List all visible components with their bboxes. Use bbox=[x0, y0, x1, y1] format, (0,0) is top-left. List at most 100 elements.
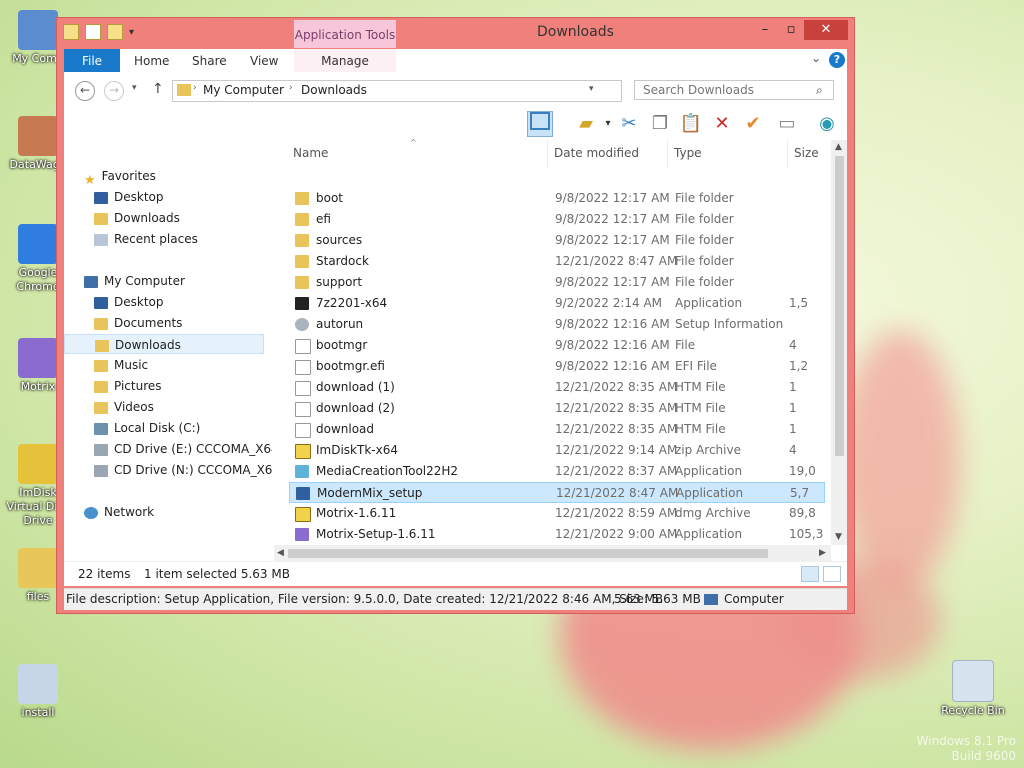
delete-icon[interactable]: ✕ bbox=[709, 111, 735, 137]
column-separator[interactable] bbox=[667, 140, 668, 168]
file-row[interactable]: download (1) 12/21/2022 8:35 AM HTM File 1 bbox=[289, 377, 825, 398]
file-date: 12/21/2022 8:37 AM bbox=[555, 464, 678, 478]
nav-fav-downloads[interactable]: Downloads bbox=[94, 208, 180, 228]
window-controls: – ▫ ✕ bbox=[752, 20, 848, 40]
file-name: 7z2201-x64 bbox=[316, 296, 388, 310]
cut-icon[interactable]: ✂ bbox=[616, 111, 642, 137]
address-dropdown-icon[interactable]: ▾ bbox=[589, 84, 594, 94]
help-button[interactable]: ? bbox=[829, 52, 845, 68]
vertical-scrollbar[interactable]: ▲ ▼ bbox=[831, 140, 847, 545]
expand-ribbon-icon[interactable]: ⌄ bbox=[811, 51, 821, 65]
recycle-bin[interactable]: Recycle Bin bbox=[938, 660, 1008, 718]
nav-pc-item[interactable]: Music bbox=[94, 355, 272, 375]
nav-pc-item[interactable]: Desktop bbox=[94, 292, 272, 312]
column-type[interactable]: Type bbox=[674, 146, 702, 160]
nav-pc-item[interactable]: Videos bbox=[94, 397, 272, 417]
search-icon[interactable]: ⌕ bbox=[816, 83, 823, 98]
file-row[interactable]: bootmgr 9/8/2022 12:16 AM File 4 bbox=[289, 335, 825, 356]
horizontal-scrollbar[interactable]: ◀ ▶ bbox=[274, 545, 831, 561]
nav-pc-item[interactable]: CD Drive (E:) CCCOMA_X64FR bbox=[94, 439, 272, 459]
tab-home[interactable]: Home bbox=[134, 49, 169, 72]
nav-label: My Computer bbox=[104, 274, 185, 288]
file-row[interactable]: support 9/8/2022 12:17 AM File folder bbox=[289, 272, 825, 293]
file-row[interactable]: 7z2201-x64 9/2/2022 2:14 AM Application 1,5 bbox=[289, 293, 825, 314]
close-button[interactable]: ✕ bbox=[804, 20, 848, 40]
column-separator[interactable] bbox=[787, 140, 788, 168]
back-button[interactable]: ← bbox=[75, 81, 95, 101]
copy-icon[interactable]: ❐ bbox=[647, 111, 673, 137]
file-row[interactable]: ModernMix_setup 12/21/2022 8:47 AM Applica… bbox=[289, 482, 825, 503]
scroll-up-icon[interactable]: ▲ bbox=[835, 142, 842, 152]
file-size: 1 bbox=[789, 380, 797, 394]
nav-fav-desktop[interactable]: Desktop bbox=[94, 187, 164, 207]
large-icons-view-icon[interactable] bbox=[823, 566, 841, 582]
column-separator[interactable] bbox=[547, 140, 548, 168]
column-name[interactable]: Name bbox=[293, 146, 328, 160]
file-row[interactable]: Motrix-Setup-1.6.11 12/21/2022 9:00 AM App… bbox=[289, 524, 825, 545]
nav-pc-item[interactable]: Pictures bbox=[94, 376, 272, 396]
up-button[interactable]: ↑ bbox=[152, 81, 164, 97]
new-folder-icon[interactable] bbox=[107, 24, 123, 40]
file-row[interactable]: Motrix-1.6.11 12/21/2022 8:59 AM dmg Archi… bbox=[289, 503, 825, 524]
nav-network[interactable]: Network bbox=[84, 502, 154, 522]
folder-icon[interactable] bbox=[63, 24, 79, 40]
breadcrumb[interactable]: › My Computer › Downloads ▾ ↻ bbox=[172, 80, 720, 102]
properties-icon[interactable] bbox=[85, 24, 101, 40]
scroll-right-icon[interactable]: ▶ bbox=[819, 548, 826, 558]
horizontal-scroll-thumb[interactable] bbox=[288, 549, 768, 558]
scroll-left-icon[interactable]: ◀ bbox=[277, 548, 284, 558]
nav-pc-item[interactable]: Downloads bbox=[64, 334, 264, 354]
nav-my-computer[interactable]: My Computer bbox=[84, 271, 185, 291]
title-bar[interactable]: ▾ Application Tools Downloads – ▫ ✕ bbox=[57, 18, 854, 48]
tab-share[interactable]: Share bbox=[192, 49, 227, 72]
minimize-button[interactable]: – bbox=[752, 20, 778, 40]
file-name: ModernMix_setup bbox=[317, 486, 423, 500]
maximize-button[interactable]: ▫ bbox=[778, 20, 804, 40]
network-globe-icon[interactable]: ◉ bbox=[814, 111, 840, 137]
qat-dropdown-icon[interactable]: ▾ bbox=[129, 27, 134, 38]
file-row[interactable]: MediaCreationTool22H2 12/21/2022 8:37 AM A… bbox=[289, 461, 825, 482]
folder-icon bbox=[295, 234, 309, 247]
nav-fav-recent[interactable]: Recent places bbox=[94, 229, 198, 249]
details-view-icon[interactable] bbox=[801, 566, 819, 582]
file-row[interactable]: boot 9/8/2022 12:17 AM File folder bbox=[289, 188, 825, 209]
nav-label: Downloads bbox=[115, 338, 181, 352]
forward-button[interactable]: → bbox=[104, 81, 124, 101]
file-row[interactable]: ImDiskTk-x64 12/21/2022 9:14 AM zip Archiv… bbox=[289, 440, 825, 461]
vertical-scroll-thumb[interactable] bbox=[835, 156, 844, 456]
rename-icon[interactable]: ▭ bbox=[774, 111, 800, 137]
breadcrumb-downloads[interactable]: Downloads bbox=[301, 83, 367, 97]
file-row[interactable]: sources 9/8/2022 12:17 AM File folder bbox=[289, 230, 825, 251]
recent-locations-icon[interactable]: ▾ bbox=[132, 83, 137, 93]
nav-favorites[interactable]: ★ Favorites bbox=[84, 166, 156, 186]
file-row[interactable]: download 12/21/2022 8:35 AM HTM File 1 bbox=[289, 419, 825, 440]
preview-pane-icon[interactable] bbox=[527, 111, 553, 137]
nav-pc-item[interactable]: Local Disk (C:) bbox=[94, 418, 272, 438]
file-row[interactable]: autorun 9/8/2022 12:16 AM Setup Informatio… bbox=[289, 314, 825, 335]
column-date-modified[interactable]: Date modified bbox=[554, 146, 639, 160]
folder-icon bbox=[295, 213, 309, 226]
file-row[interactable]: efi 9/8/2022 12:17 AM File folder bbox=[289, 209, 825, 230]
nav-pc-item[interactable]: CD Drive (N:) CCCOMA_X64FF bbox=[94, 460, 272, 480]
search-input[interactable] bbox=[634, 80, 834, 100]
desktop-icon-item[interactable]: install bbox=[3, 664, 73, 720]
properties-check-icon[interactable]: ✔ bbox=[740, 111, 766, 137]
tab-view[interactable]: View bbox=[250, 49, 278, 72]
breadcrumb-my-computer[interactable]: My Computer bbox=[203, 83, 284, 97]
tab-manage[interactable]: Manage bbox=[294, 49, 396, 72]
tab-file[interactable]: File bbox=[64, 49, 120, 72]
column-size[interactable]: Size bbox=[794, 146, 819, 160]
file-name: efi bbox=[316, 212, 331, 226]
nav-pc-item[interactable]: Documents bbox=[94, 313, 272, 333]
navigation-pane: ★ Favorites Desktop Downloads Recent plac… bbox=[64, 140, 274, 561]
paste-icon[interactable]: 📋 bbox=[678, 111, 704, 137]
file-size: 1 bbox=[789, 422, 797, 436]
drive-icon bbox=[94, 422, 108, 435]
file-row[interactable]: bootmgr.efi 9/8/2022 12:16 AM EFI File 1,2 bbox=[289, 356, 825, 377]
file-type: File folder bbox=[675, 275, 734, 289]
file-row[interactable]: download (2) 12/21/2022 8:35 AM HTM File 1 bbox=[289, 398, 825, 419]
file-row[interactable]: Stardock 12/21/2022 8:47 AM File folder bbox=[289, 251, 825, 272]
item-count: 22 items bbox=[78, 567, 131, 581]
scroll-down-icon[interactable]: ▼ bbox=[835, 532, 842, 542]
file-name: support bbox=[316, 275, 363, 289]
